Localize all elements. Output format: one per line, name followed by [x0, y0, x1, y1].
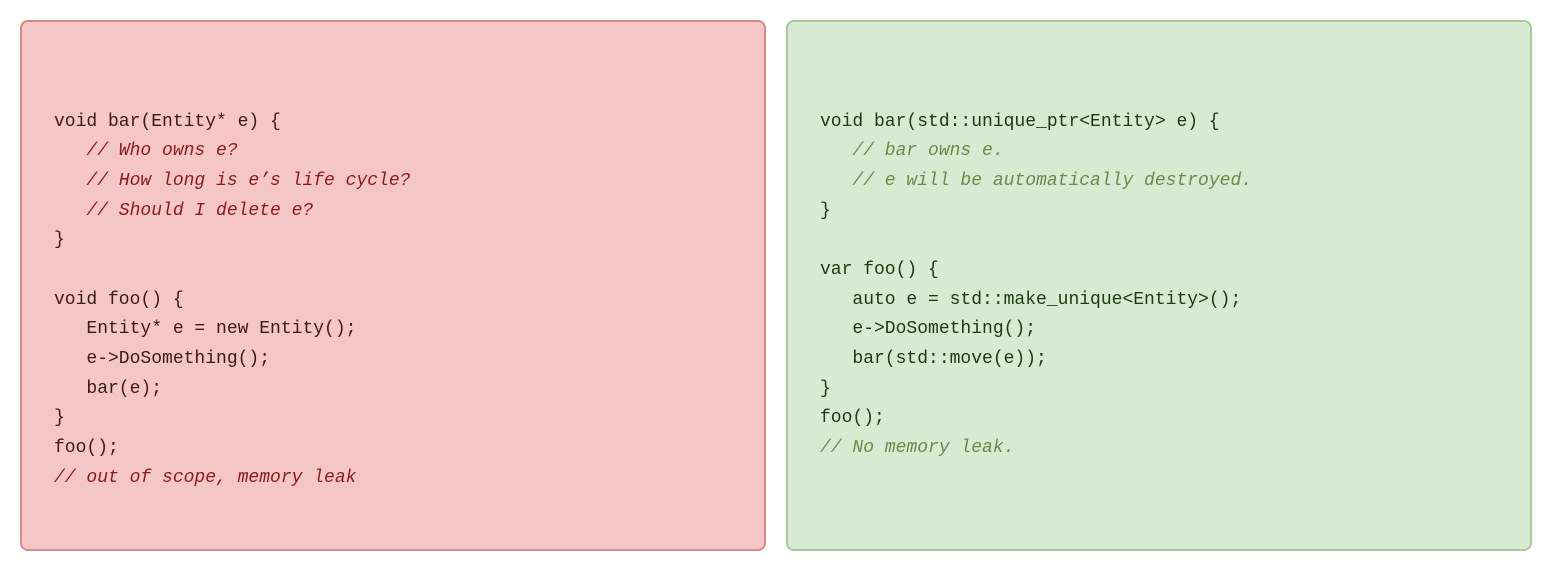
code-line: auto e = std::make_unique<Entity>(); — [820, 290, 1241, 310]
code-line: foo(); — [820, 408, 885, 428]
code-line: Entity* e = new Entity(); — [54, 319, 356, 339]
code-line: void foo() { — [54, 290, 184, 310]
code-line: // e will be automatically destroyed. — [820, 171, 1252, 191]
code-line: // Who owns e? — [54, 141, 238, 161]
code-line: // How long is e’s life cycle? — [54, 171, 410, 191]
code-line: void bar(Entity* e) { — [54, 112, 281, 132]
code-line: e->DoSomething(); — [54, 349, 270, 369]
code-line: var foo() { — [820, 260, 939, 280]
code-line: } — [820, 379, 831, 399]
panels-container: void bar(Entity* e) { // Who owns e? // … — [0, 0, 1552, 571]
code-line: // Should I delete e? — [54, 201, 313, 221]
code-line: void bar(std::unique_ptr<Entity> e) { — [820, 112, 1220, 132]
code-line: bar(std::move(e)); — [820, 349, 1047, 369]
code-line: bar(e); — [54, 379, 162, 399]
code-block: void bar(Entity* e) { // Who owns e? // … — [54, 108, 732, 494]
code-line: } — [54, 408, 65, 428]
bad-code-panel: void bar(Entity* e) { // Who owns e? // … — [20, 20, 766, 551]
code-line: e->DoSomething(); — [820, 319, 1036, 339]
code-line: // No memory leak. — [820, 438, 1014, 458]
code-block: void bar(std::unique_ptr<Entity> e) { //… — [820, 108, 1498, 464]
code-line: } — [54, 230, 65, 250]
code-line: // out of scope, memory leak — [54, 468, 356, 488]
code-line: } — [820, 201, 831, 221]
code-line: // bar owns e. — [820, 141, 1004, 161]
code-line: foo(); — [54, 438, 119, 458]
good-code-panel: void bar(std::unique_ptr<Entity> e) { //… — [786, 20, 1532, 551]
